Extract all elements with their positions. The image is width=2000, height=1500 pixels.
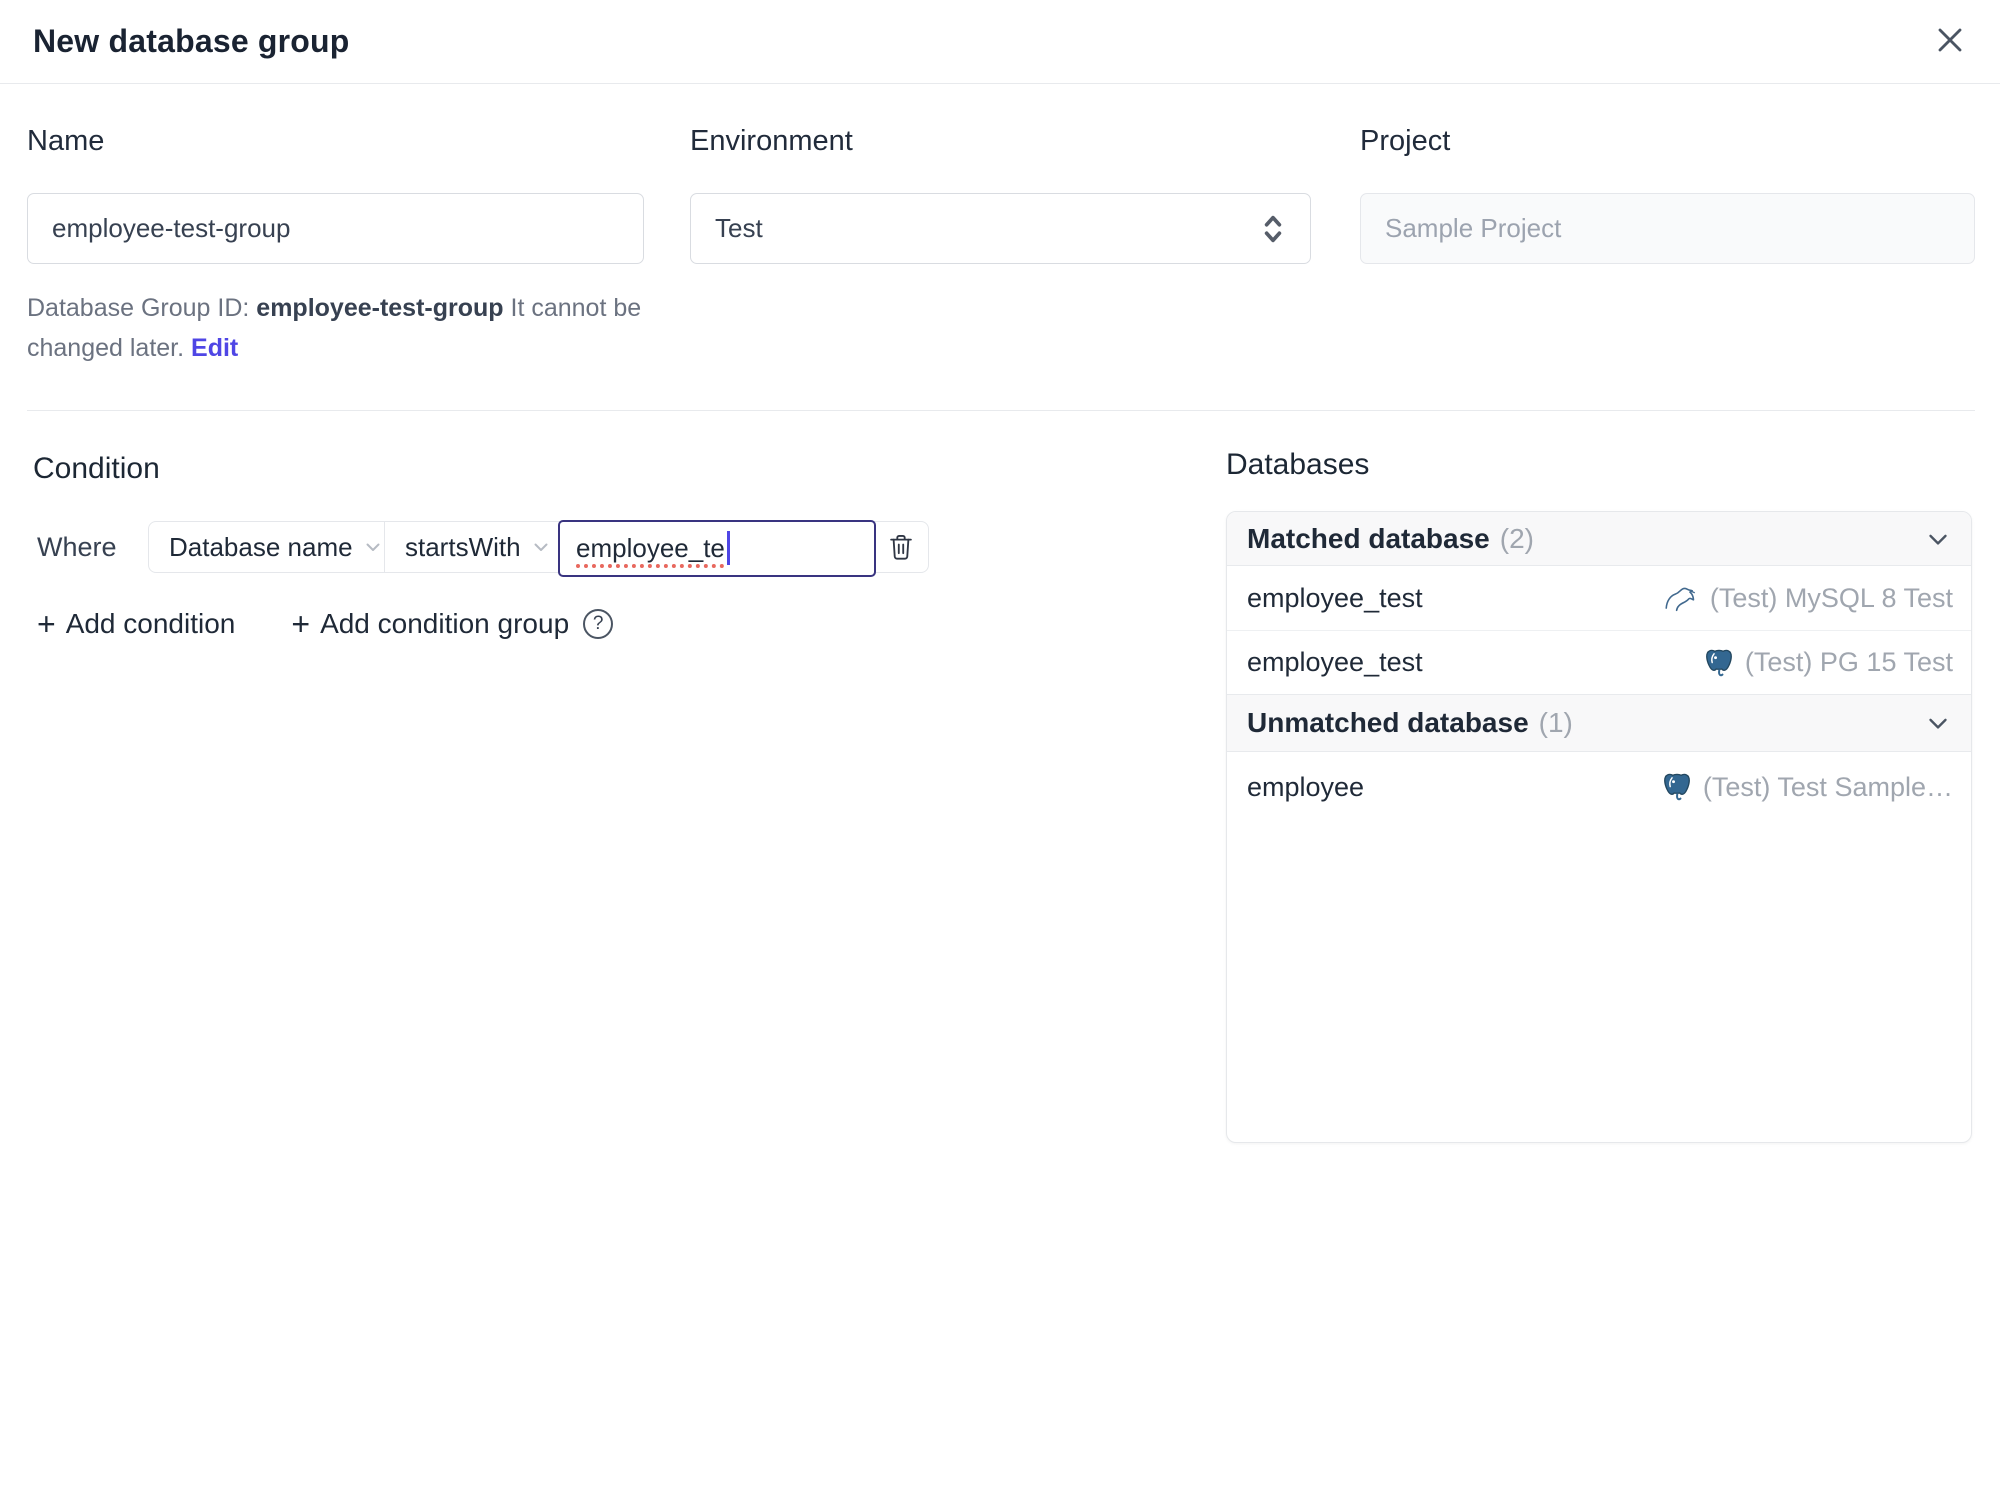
close-button[interactable] <box>1922 12 1978 68</box>
instance-info: (Test) MySQL 8 Test <box>1664 583 1953 614</box>
instance-info: (Test) Test Sample… <box>1661 771 1953 803</box>
environment-selected-value: Test <box>715 213 763 243</box>
instance-name: (Test) MySQL 8 Test <box>1709 582 1953 613</box>
database-group-id-value: employee-test-group <box>256 294 504 322</box>
databases-panel: Matched database (2) employee_test (Test… <box>1226 511 1972 1143</box>
unmatched-database-count: (1) <box>1538 707 1573 738</box>
database-name: employee_test <box>1247 647 1423 677</box>
condition-value-text: employee_te <box>576 532 725 563</box>
add-condition-button[interactable]: + Add condition <box>37 608 235 640</box>
add-condition-group-label: Add condition group <box>320 608 570 639</box>
database-name: employee_test <box>1247 582 1423 613</box>
helper-prefix: Database Group ID: <box>27 294 257 322</box>
database-row: employee_test (Test) MySQL 8 Test <box>1227 566 1971 630</box>
help-icon[interactable]: ? <box>583 609 614 639</box>
condition-actions: + Add condition + Add condition group ? <box>37 606 614 642</box>
database-group-id-helper: Database Group ID: employee-test-group I… <box>27 288 667 368</box>
mysql-icon <box>1664 584 1700 612</box>
modal-header: New database group <box>0 0 2000 84</box>
close-icon <box>1930 20 1970 60</box>
chevron-down-icon <box>1923 524 1953 554</box>
chevron-down-icon <box>361 535 385 559</box>
condition-operator-select[interactable]: startsWith <box>385 522 560 572</box>
trash-icon <box>886 531 916 563</box>
section-divider <box>27 410 1975 411</box>
condition-row: Database name startsWith employee_te <box>148 519 929 577</box>
instance-info: (Test) PG 15 Test <box>1703 647 1953 679</box>
database-name: employee <box>1247 771 1365 802</box>
database-row: employee (Test) Test Sample… <box>1227 752 1971 822</box>
text-cursor <box>726 531 730 565</box>
instance-name: (Test) Test Sample… <box>1702 771 1953 802</box>
project-input <box>1360 193 1975 264</box>
delete-condition-button[interactable] <box>874 522 928 571</box>
chevron-down-icon <box>529 535 553 559</box>
database-row: employee_test (Test) PG 15 Test <box>1227 630 1971 694</box>
matched-database-count: (2) <box>1499 522 1534 554</box>
condition-value-input[interactable]: employee_te <box>558 519 876 577</box>
name-label: Name <box>27 125 105 157</box>
page-title: New database group <box>33 23 350 59</box>
postgres-icon <box>1661 771 1693 803</box>
instance-name: (Test) PG 15 Test <box>1744 647 1953 677</box>
postgres-icon <box>1703 647 1735 679</box>
new-database-group-modal: New database group Name Environment Proj… <box>0 0 2000 1500</box>
plus-icon: + <box>37 606 56 642</box>
plus-icon: + <box>291 606 311 642</box>
add-condition-label: Add condition <box>65 608 236 639</box>
matched-database-header[interactable]: Matched database (2) <box>1227 512 1971 566</box>
environment-label: Environment <box>690 125 853 157</box>
condition-factor-value: Database name <box>169 531 353 562</box>
chevron-down-icon <box>1923 708 1953 738</box>
condition-title: Condition <box>33 452 160 485</box>
databases-title: Databases <box>1226 448 1370 481</box>
where-label: Where <box>37 531 117 562</box>
unmatched-database-header[interactable]: Unmatched database (1) <box>1227 694 1971 752</box>
project-label: Project <box>1360 125 1451 157</box>
name-input[interactable] <box>27 193 644 264</box>
condition-factor-select[interactable]: Database name <box>149 522 385 572</box>
condition-operator-value: startsWith <box>405 531 521 562</box>
edit-link[interactable]: Edit <box>191 334 238 362</box>
add-condition-group-button[interactable]: + Add condition group ? <box>291 606 614 642</box>
unmatched-database-label: Unmatched database <box>1247 707 1529 738</box>
updown-chevrons-icon <box>1256 209 1290 249</box>
environment-select[interactable]: Test <box>690 193 1311 264</box>
matched-database-label: Matched database <box>1247 522 1490 554</box>
